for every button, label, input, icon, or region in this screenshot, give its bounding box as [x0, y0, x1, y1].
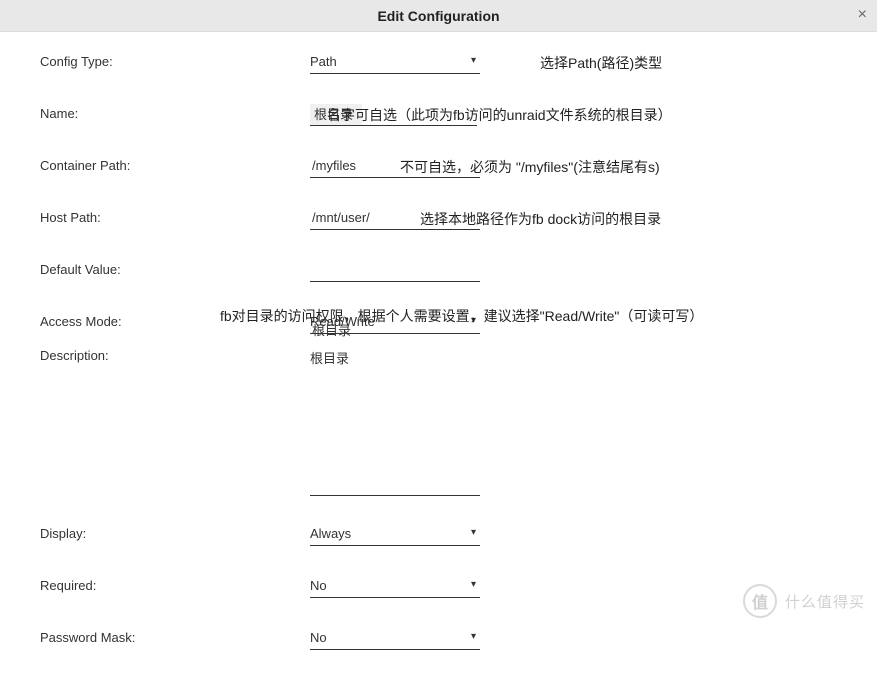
row-container-path: Container Path: 不可自选，必须为 "/myfiles"(注意结尾… [40, 156, 837, 180]
description-input[interactable] [310, 346, 480, 496]
watermark: 值 什么值得买 [743, 584, 865, 618]
watermark-icon: 值 [743, 584, 777, 618]
label-password-mask: Password Mask: [40, 628, 310, 645]
title-bar: Edit Configuration × [0, 0, 877, 32]
label-host-path: Host Path: [40, 208, 310, 225]
annotation-config-type: 选择Path(路径)类型 [540, 53, 662, 73]
row-host-path: Host Path: 选择本地路径作为fb dock访问的根目录 [40, 208, 837, 232]
annotation-container-path: 不可自选，必须为 "/myfiles"(注意结尾有s) [400, 157, 660, 177]
annotation-access-mode: fb对目录的访问权限，根据个人需要设置，建议选择"Read/Write"（可读可… [220, 306, 703, 326]
row-required: Required: ▾ [40, 576, 837, 600]
required-select[interactable] [310, 576, 480, 598]
label-container-path: Container Path: [40, 156, 310, 173]
row-config-type: Config Type: ▾ 选择Path(路径)类型 [40, 52, 837, 76]
annotation-host-path: 选择本地路径作为fb dock访问的根目录 [420, 209, 661, 229]
label-description: Description: [40, 346, 310, 363]
row-description: Description: [40, 346, 837, 496]
label-display: Display: [40, 524, 310, 541]
label-config-type: Config Type: [40, 52, 310, 69]
default-value-input[interactable] [310, 260, 480, 282]
label-default-value: Default Value: [40, 260, 310, 277]
config-type-select[interactable] [310, 52, 480, 74]
row-default-value: Default Value: [40, 260, 837, 284]
annotation-name: 名字可自选（此项为fb访问的unraid文件系统的根目录） [327, 105, 672, 125]
close-icon[interactable]: × [854, 6, 871, 24]
watermark-text: 什么值得买 [785, 591, 865, 612]
row-display: Display: ▾ [40, 524, 837, 548]
dialog-title: Edit Configuration [377, 8, 499, 24]
label-required: Required: [40, 576, 310, 593]
password-mask-select[interactable] [310, 628, 480, 650]
description-value-text: 根目录 [312, 320, 351, 339]
label-name: Name: [40, 104, 310, 121]
display-select[interactable] [310, 524, 480, 546]
row-name: Name: 名字可自选（此项为fb访问的unraid文件系统的根目录） [40, 104, 837, 128]
